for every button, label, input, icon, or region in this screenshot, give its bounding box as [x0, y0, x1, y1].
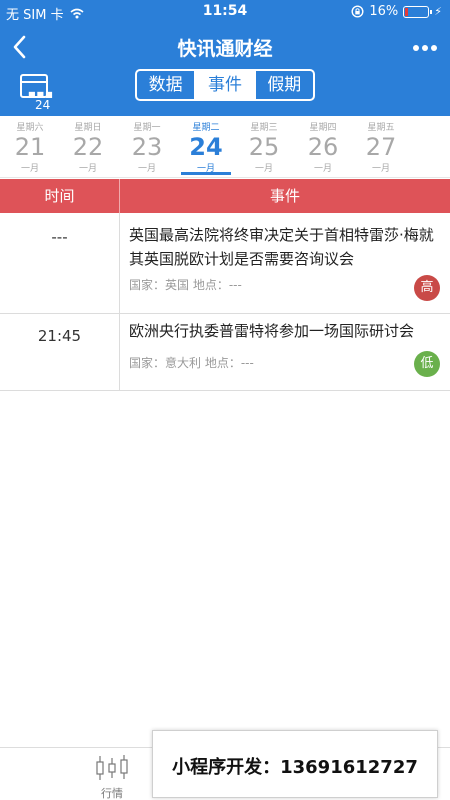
date-item[interactable]: 星期五 27 一月	[352, 120, 410, 174]
tab-holidays[interactable]: 假期	[256, 71, 313, 99]
event-meta: 国家：意大利 地点：---	[129, 356, 254, 370]
date-item-selected[interactable]: 星期二 24 一月	[177, 120, 235, 174]
event-title: 英国最高法院将终审决定关于首相特雷莎·梅就其英国脱欧计划是否需要咨询议会	[129, 226, 434, 268]
event-title: 欧洲央行执委普雷特将参加一场国际研讨会	[129, 322, 415, 340]
table-header: 时间 事件	[0, 179, 450, 213]
importance-badge: 高	[414, 275, 440, 301]
date-item[interactable]: 星期四 26 一月	[294, 120, 352, 174]
tab-data[interactable]: 数据	[137, 71, 197, 99]
promo-banner: 小程序开发：13691612727	[152, 730, 438, 798]
calendar-button[interactable]: ■■■ 24	[18, 70, 53, 112]
more-button[interactable]	[412, 30, 438, 58]
importance-badge: 低	[414, 351, 440, 377]
event-meta: 国家：英国 地点：---	[129, 278, 242, 292]
calendar-icon: ■■■	[20, 74, 53, 99]
status-bar: 无 SIM 卡 11:54 16% ⚡	[0, 0, 450, 24]
column-header-time: 时间	[0, 179, 120, 213]
table-row[interactable]: 21:45 欧洲央行执委普雷特将参加一场国际研讨会 国家：意大利 地点：--- …	[0, 314, 450, 391]
battery-icon	[403, 5, 433, 18]
table-row[interactable]: --- 英国最高法院将终审决定关于首相特雷莎·梅就其英国脱欧计划是否需要咨询议会…	[0, 213, 450, 314]
status-right: 16% ⚡	[351, 4, 442, 19]
tab-row: ■■■ 24 数据 事件 假期	[0, 68, 450, 116]
date-strip: 星期六 21 一月 星期日 22 一月 星期一 23 一月 星期二 24 一月 …	[0, 116, 450, 178]
tab-market[interactable]: 行情	[84, 754, 140, 800]
battery-percent: 16%	[369, 4, 399, 19]
more-dots-icon	[413, 45, 437, 51]
date-item[interactable]: 星期三 25 一月	[235, 120, 293, 174]
selected-date-indicator	[181, 172, 231, 175]
promo-text: 小程序开发：13691612727	[172, 757, 418, 778]
calendar-day: 24	[35, 98, 51, 112]
tab-market-label: 行情	[101, 787, 123, 800]
date-item[interactable]: 星期日 22 一月	[59, 120, 117, 174]
date-item[interactable]: 星期六 21 一月	[1, 120, 59, 174]
rotation-lock-icon	[351, 5, 364, 18]
column-header-event: 事件	[269, 187, 300, 205]
page-title: 快讯通财经	[177, 38, 273, 60]
charging-icon: ⚡	[434, 5, 442, 18]
event-time: 21:45	[0, 314, 120, 390]
segment-tabs: 数据 事件 假期	[135, 69, 315, 101]
event-time: ---	[0, 213, 120, 313]
tab-events[interactable]: 事件	[196, 71, 256, 99]
date-item[interactable]: 星期一 23 一月	[118, 120, 176, 174]
nav-bar: 快讯通财经	[0, 24, 450, 68]
candlestick-icon	[96, 755, 128, 780]
